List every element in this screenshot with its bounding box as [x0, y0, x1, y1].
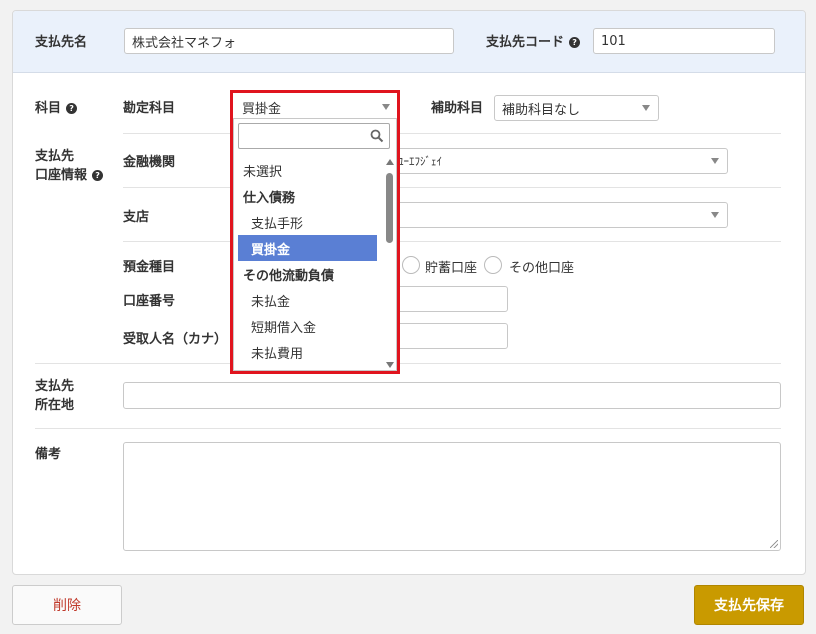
help-icon[interactable]: ?	[569, 37, 581, 48]
radio-savings[interactable]	[402, 256, 420, 274]
chevron-down-icon	[711, 212, 719, 218]
radio-other[interactable]	[484, 256, 502, 274]
kanjo-label: 勘定科目	[123, 101, 176, 116]
payee-name-label: 支払先名	[35, 35, 88, 50]
branch-label: 支店	[123, 210, 150, 225]
dropdown-option[interactable]: 未選択	[238, 157, 377, 183]
scroll-down-arrow-icon[interactable]	[386, 362, 394, 368]
help-icon[interactable]: ?	[66, 103, 78, 114]
recipient-input[interactable]	[383, 323, 508, 349]
save-button[interactable]: 支払先保存	[694, 585, 804, 625]
payee-code-value: 101	[601, 33, 626, 49]
scroll-up-arrow-icon[interactable]	[386, 159, 394, 165]
payee-code-label-text: 支払先コード	[486, 35, 565, 50]
delete-button[interactable]: 削除	[12, 585, 122, 625]
help-icon[interactable]: ?	[92, 170, 104, 181]
chevron-down-icon	[642, 105, 650, 111]
hojo-selected-value: 補助科目なし	[502, 102, 581, 118]
notes-textarea[interactable]	[123, 442, 781, 551]
dropdown-option-selected[interactable]: 買掛金	[238, 235, 377, 261]
address-label-line1: 支払先	[35, 379, 75, 394]
dropdown-group-header: その他流動負債	[243, 268, 335, 284]
dropdown-option[interactable]: 短期借入金	[238, 313, 377, 339]
account-number-input[interactable]	[383, 286, 508, 312]
bank-section-label-line1: 支払先	[35, 149, 75, 164]
account-number-label: 口座番号	[123, 294, 176, 309]
address-label-line2: 所在地	[35, 398, 75, 413]
payee-name-value: 株式会社マネフォ	[132, 35, 237, 51]
address-input[interactable]	[123, 382, 781, 409]
radio-other-label: その他口座	[509, 261, 575, 276]
divider	[35, 363, 781, 364]
account-item-label-text: 科目	[35, 101, 62, 116]
hojo-label: 補助科目	[431, 101, 484, 116]
bank-section-label-line2: 口座情報	[35, 168, 88, 183]
dropdown-group-header: 仕入債務	[243, 190, 296, 206]
notes-label: 備考	[35, 447, 62, 462]
kanjo-dropdown-list[interactable]: 未選択 仕入債務 支払手形 買掛金 その他流動負債 未払金 短期借入金 未払費用	[233, 118, 397, 371]
resize-handle-icon[interactable]	[770, 540, 778, 548]
bank-section-label: 支払先 口座情報?	[35, 147, 104, 185]
payee-name-input[interactable]: 株式会社マネフォ	[124, 28, 454, 54]
payee-form-panel: 支払先名 株式会社マネフォ 支払先コード? 101 科目? 勘定科目 買掛金 補…	[12, 10, 806, 575]
radio-savings-label: 貯蓄口座	[425, 261, 478, 276]
divider	[35, 428, 781, 429]
payee-code-label: 支払先コード?	[486, 31, 581, 50]
payee-code-input[interactable]: 101	[593, 28, 775, 54]
chevron-down-icon	[711, 158, 719, 164]
search-icon	[370, 129, 384, 143]
dropdown-search-input[interactable]	[238, 123, 390, 149]
hojo-select[interactable]: 補助科目なし	[494, 95, 659, 121]
deposit-type-label: 預金種目	[123, 260, 176, 275]
divider	[123, 241, 781, 242]
recipient-label: 受取人名（カナ）	[123, 332, 228, 347]
dropdown-option[interactable]: 支払手形	[238, 209, 377, 235]
divider	[123, 187, 781, 188]
institution-value: ﾕｰｴﾌｼﾞｪｲ	[398, 155, 442, 168]
address-label: 支払先 所在地	[35, 377, 74, 415]
dropdown-option[interactable]: 未払費用	[238, 339, 377, 365]
divider	[123, 133, 781, 134]
dropdown-option[interactable]: 未払金	[238, 287, 377, 313]
account-item-label: 科目?	[35, 97, 78, 116]
institution-label: 金融機関	[123, 155, 176, 170]
scrollbar-thumb[interactable]	[386, 173, 393, 243]
